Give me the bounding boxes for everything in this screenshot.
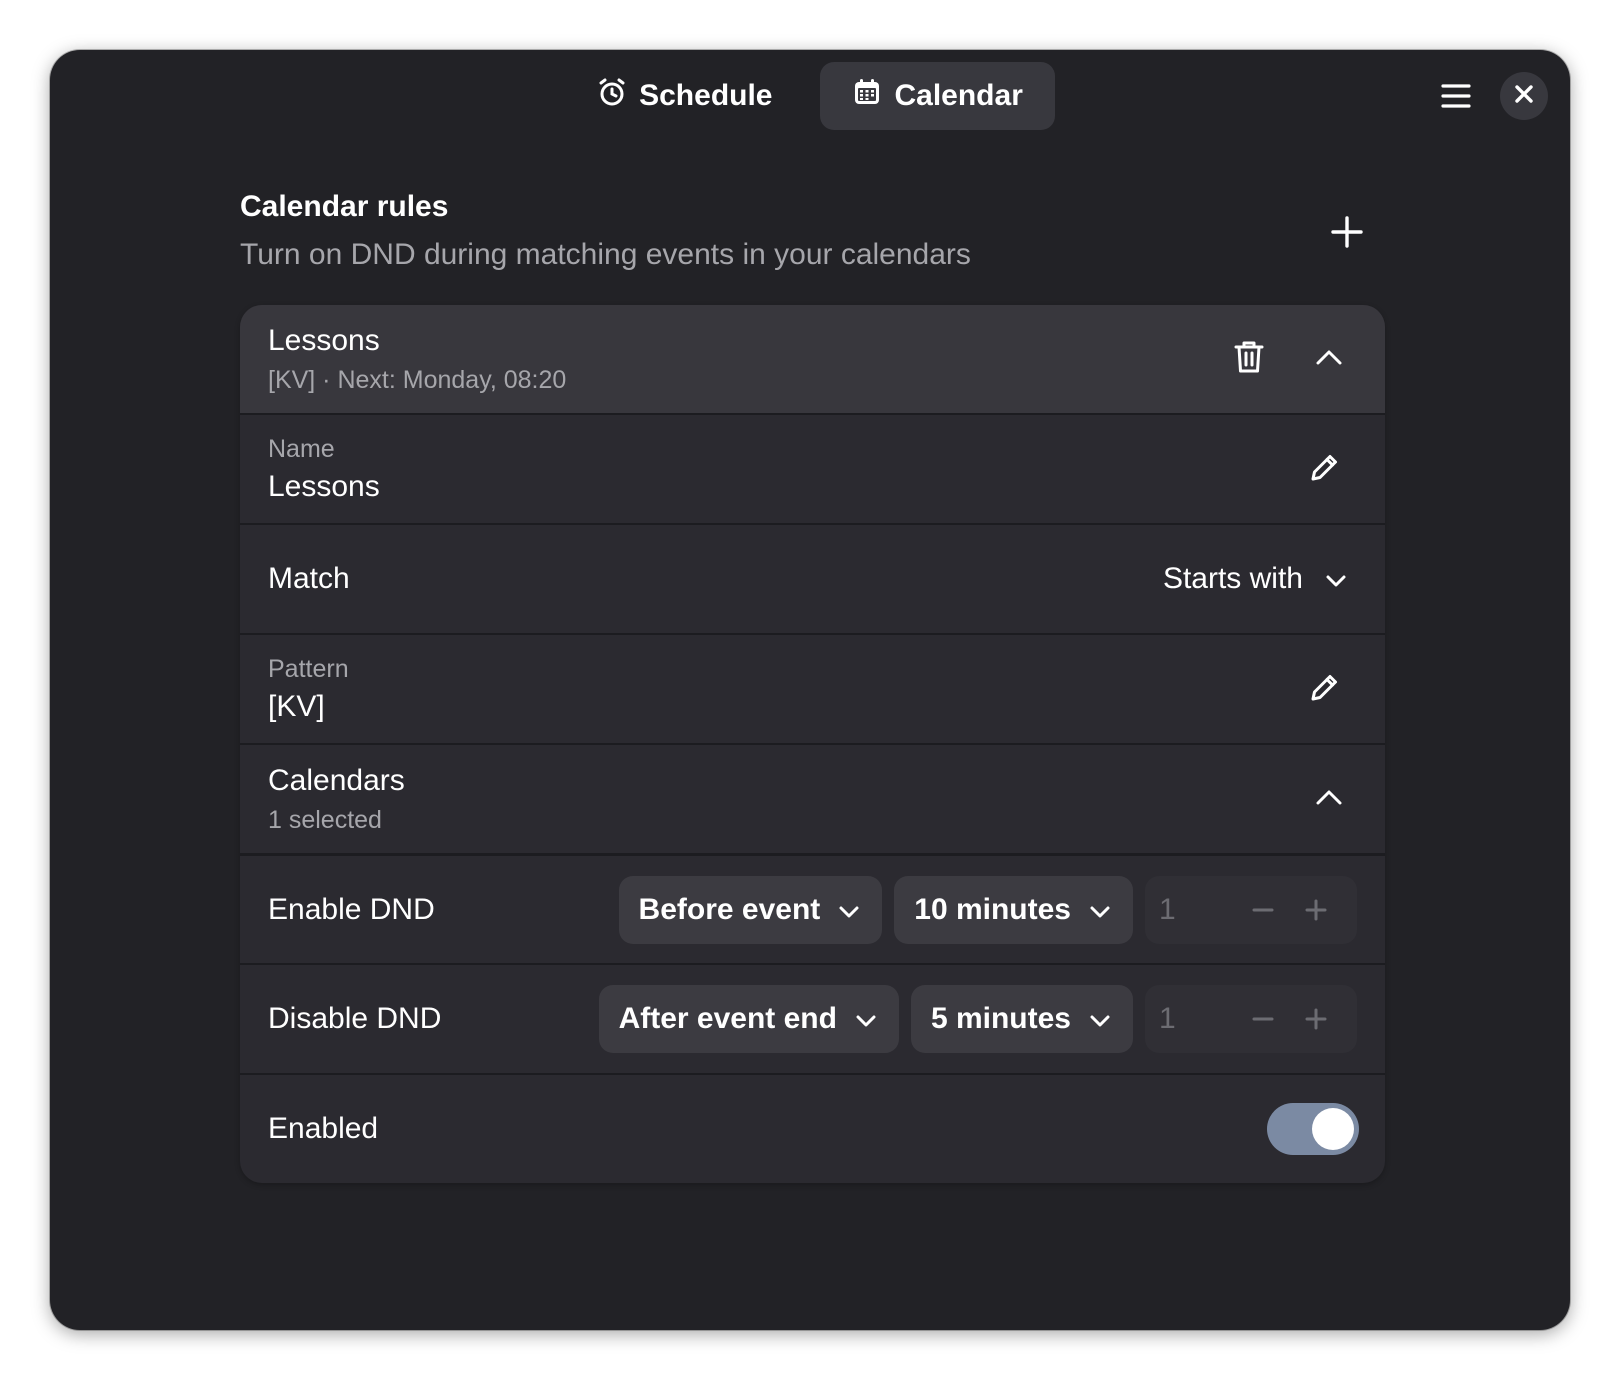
- close-button[interactable]: [1500, 72, 1548, 120]
- section-header: Calendar rules Turn on DND during matchi…: [240, 180, 1385, 305]
- add-rule-button[interactable]: [1323, 210, 1371, 258]
- close-icon: [1514, 84, 1534, 109]
- chevron-down-icon: [838, 893, 860, 927]
- plus-icon: [1305, 1008, 1327, 1030]
- pencil-icon: [1309, 451, 1341, 488]
- enable-dnd-offset-value: 10 minutes: [914, 892, 1071, 926]
- view-switcher: Schedule Calendar: [50, 62, 1570, 130]
- content-area: Calendar rules Turn on DND during matchi…: [240, 180, 1385, 1183]
- enable-dnd-row: Enable DND Before event 10 minutes 1: [240, 853, 1385, 963]
- tab-schedule-label: Schedule: [639, 79, 773, 112]
- section-title: Calendar rules: [240, 190, 449, 223]
- match-value: Starts with: [1162, 562, 1303, 595]
- chevron-down-icon: [1325, 562, 1347, 596]
- delete-rule-button[interactable]: [1221, 331, 1277, 387]
- enabled-toggle[interactable]: [1267, 1103, 1359, 1155]
- app-window: Schedule Calendar Calendar rules Turn on…: [50, 50, 1570, 1330]
- calendars-row[interactable]: Calendars 1 selected: [240, 743, 1385, 853]
- chevron-down-icon: [1089, 1002, 1111, 1036]
- name-label: Name: [268, 434, 335, 463]
- plus-icon: [1331, 215, 1363, 253]
- rule-summary: [KV] · Next: Monday, 08:20: [268, 365, 567, 394]
- minus-icon: [1252, 908, 1273, 911]
- rule-card: Lessons [KV] · Next: Monday, 08:20 Name …: [240, 305, 1385, 1183]
- pencil-icon: [1309, 671, 1341, 708]
- enable-dnd-label: Enable DND: [268, 892, 435, 926]
- minus-icon: [1252, 1017, 1273, 1021]
- enabled-label: Enabled: [268, 1112, 379, 1145]
- disable-dnd-offset-dropdown[interactable]: 5 minutes: [910, 985, 1133, 1053]
- decrement-button[interactable]: [1236, 991, 1290, 1047]
- match-dropdown[interactable]: Starts with: [1163, 562, 1357, 596]
- decrement-button[interactable]: [1236, 882, 1290, 938]
- increment-button[interactable]: [1289, 882, 1343, 938]
- chevron-up-icon: [1315, 788, 1343, 811]
- trash-icon: [1233, 340, 1265, 379]
- tab-calendar-label: Calendar: [894, 79, 1023, 112]
- increment-button[interactable]: [1289, 991, 1343, 1047]
- collapse-calendars-button[interactable]: [1301, 771, 1357, 827]
- chevron-down-icon: [855, 1002, 877, 1036]
- disable-dnd-label: Disable DND: [268, 1002, 442, 1035]
- enabled-row[interactable]: Enabled: [240, 1073, 1385, 1183]
- enable-dnd-offset-dropdown[interactable]: 10 minutes: [894, 875, 1133, 944]
- enable-dnd-count-spinner[interactable]: 1: [1145, 875, 1357, 944]
- hamburger-menu-icon: [1441, 83, 1471, 114]
- enable-dnd-when-value: Before event: [638, 892, 821, 926]
- calendars-value: 1 selected: [268, 805, 382, 834]
- match-label: Match: [268, 562, 350, 595]
- rule-title: Lessons: [268, 323, 380, 357]
- alarm-clock-icon: [597, 77, 627, 115]
- tab-calendar[interactable]: Calendar: [820, 62, 1055, 130]
- section-subtitle: Turn on DND during matching events in yo…: [240, 238, 971, 271]
- disable-dnd-when-dropdown[interactable]: After event end: [598, 985, 899, 1053]
- calendars-label: Calendars: [268, 763, 405, 797]
- match-row[interactable]: Match Starts with: [240, 523, 1385, 633]
- plus-icon: [1305, 899, 1327, 920]
- rule-header-row[interactable]: Lessons [KV] · Next: Monday, 08:20: [240, 305, 1385, 413]
- pattern-value: [KV]: [268, 689, 325, 723]
- toggle-knob: [1312, 1108, 1354, 1150]
- calendar-icon: [852, 77, 882, 115]
- main-menu-button[interactable]: [1432, 78, 1480, 118]
- pattern-label: Pattern: [268, 654, 349, 683]
- edit-name-button[interactable]: [1297, 441, 1353, 497]
- name-value: Lessons: [268, 469, 380, 503]
- disable-dnd-when-value: After event end: [618, 1002, 837, 1035]
- disable-dnd-count-spinner[interactable]: 1: [1145, 985, 1357, 1053]
- enable-dnd-count-value: 1: [1159, 892, 1176, 926]
- disable-dnd-count-value: 1: [1159, 1002, 1176, 1035]
- chevron-up-icon: [1315, 348, 1343, 371]
- pattern-row[interactable]: Pattern [KV]: [240, 633, 1385, 743]
- collapse-rule-button[interactable]: [1301, 331, 1357, 387]
- tab-schedule[interactable]: Schedule: [565, 62, 804, 130]
- disable-dnd-row: Disable DND After event end 5 minutes 1: [240, 963, 1385, 1073]
- enable-dnd-when-dropdown[interactable]: Before event: [618, 875, 883, 944]
- edit-pattern-button[interactable]: [1297, 661, 1353, 717]
- chevron-down-icon: [1089, 893, 1111, 927]
- disable-dnd-offset-value: 5 minutes: [930, 1002, 1071, 1035]
- name-row[interactable]: Name Lessons: [240, 413, 1385, 523]
